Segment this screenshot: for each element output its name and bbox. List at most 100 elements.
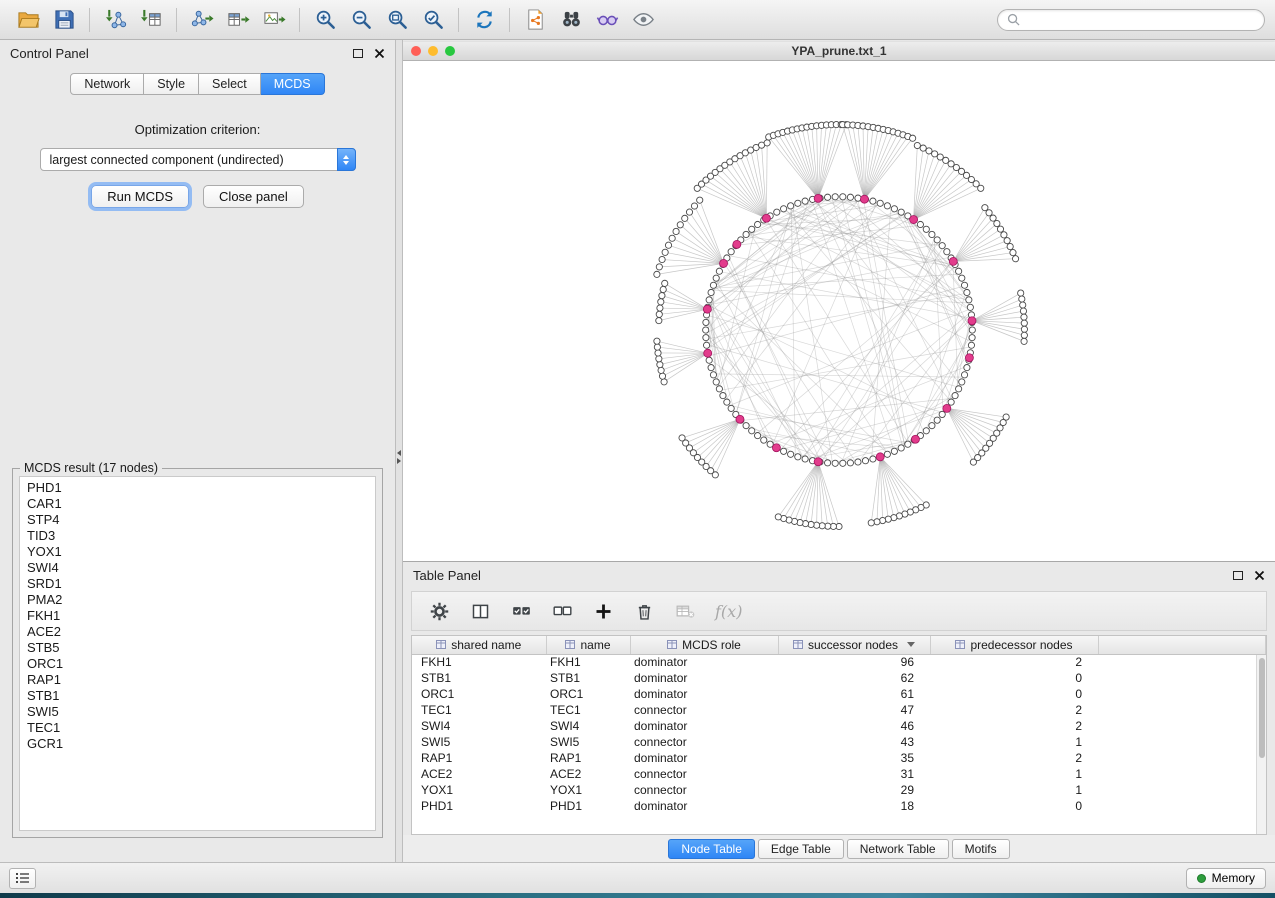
select-all-button[interactable] xyxy=(508,597,534,625)
mcds-result-item[interactable]: STB5 xyxy=(27,640,368,656)
search-box[interactable] xyxy=(997,9,1265,31)
mcds-result-item[interactable]: ORC1 xyxy=(27,656,368,672)
cell-name[interactable]: RAP1 xyxy=(546,750,630,766)
task-history-button[interactable] xyxy=(9,868,36,889)
splitter-collapse-icon[interactable] xyxy=(396,450,402,464)
unselect-all-button[interactable] xyxy=(549,597,575,625)
table-row[interactable]: ACE2ACE2connector311 xyxy=(412,766,1266,782)
mcds-result-item[interactable]: CAR1 xyxy=(27,496,368,512)
tab-mcds[interactable]: MCDS xyxy=(261,73,325,95)
cell-mcds-role[interactable]: connector xyxy=(630,734,778,750)
table-row[interactable]: ORC1ORC1dominator610 xyxy=(412,686,1266,702)
mcds-result-item[interactable]: SWI4 xyxy=(27,560,368,576)
table-row[interactable]: RAP1RAP1dominator352 xyxy=(412,750,1266,766)
cell-mcds-role[interactable]: connector xyxy=(630,702,778,718)
cell-shared-name[interactable]: SWI4 xyxy=(412,718,546,734)
tab-style[interactable]: Style xyxy=(144,73,199,95)
create-column-button[interactable] xyxy=(590,597,616,625)
cell-shared-name[interactable]: ORC1 xyxy=(412,686,546,702)
tab-network[interactable]: Network xyxy=(70,73,144,95)
float-table-panel-button[interactable] xyxy=(1233,571,1243,580)
show-columns-button[interactable] xyxy=(467,597,493,625)
column-header-predecessor-nodes[interactable]: predecessor nodes xyxy=(930,636,1098,654)
cell-name[interactable]: PHD1 xyxy=(546,798,630,814)
zoom-fit-button[interactable] xyxy=(379,4,415,36)
cell-shared-name[interactable]: SWI5 xyxy=(412,734,546,750)
cell-predecessor-nodes[interactable]: 2 xyxy=(930,718,1098,734)
cell-predecessor-nodes[interactable]: 2 xyxy=(930,750,1098,766)
cell-predecessor-nodes[interactable]: 0 xyxy=(930,670,1098,686)
cell-successor-nodes[interactable]: 96 xyxy=(778,654,930,670)
column-header-shared-name[interactable]: shared name xyxy=(412,636,546,654)
cell-successor-nodes[interactable]: 62 xyxy=(778,670,930,686)
cell-name[interactable]: STB1 xyxy=(546,670,630,686)
export-table-button[interactable] xyxy=(220,4,256,36)
run-mcds-button[interactable]: Run MCDS xyxy=(91,185,189,208)
open-file-button[interactable] xyxy=(10,4,46,36)
minimize-window-traffic-icon[interactable] xyxy=(428,46,438,56)
export-network-button[interactable] xyxy=(184,4,220,36)
search-input[interactable] xyxy=(1026,13,1255,27)
find-button[interactable] xyxy=(553,4,589,36)
cell-shared-name[interactable]: RAP1 xyxy=(412,750,546,766)
import-network-button[interactable] xyxy=(97,4,133,36)
destroy-table-button[interactable] xyxy=(672,597,698,625)
mcds-result-item[interactable]: SWI5 xyxy=(27,704,368,720)
mcds-result-item[interactable]: PHD1 xyxy=(27,480,368,496)
scrollbar-thumb[interactable] xyxy=(1259,658,1265,758)
show-hide-button[interactable] xyxy=(625,4,661,36)
memory-button[interactable]: Memory xyxy=(1186,868,1266,889)
panel-splitter[interactable] xyxy=(395,40,403,862)
tab-network-table[interactable]: Network Table xyxy=(847,839,949,859)
cell-mcds-role[interactable]: dominator xyxy=(630,718,778,734)
float-panel-button[interactable] xyxy=(353,49,363,58)
save-session-button[interactable] xyxy=(46,4,82,36)
cell-predecessor-nodes[interactable]: 0 xyxy=(930,686,1098,702)
cell-name[interactable]: YOX1 xyxy=(546,782,630,798)
mcds-result-item[interactable]: STB1 xyxy=(27,688,368,704)
cell-shared-name[interactable]: PHD1 xyxy=(412,798,546,814)
cell-name[interactable]: ORC1 xyxy=(546,686,630,702)
cell-predecessor-nodes[interactable]: 0 xyxy=(930,798,1098,814)
close-control-panel-button[interactable] xyxy=(374,48,385,59)
column-header-successor-nodes[interactable]: successor nodes xyxy=(778,636,930,654)
cell-name[interactable]: TEC1 xyxy=(546,702,630,718)
mcds-result-item[interactable]: STP4 xyxy=(27,512,368,528)
cell-name[interactable]: SWI4 xyxy=(546,718,630,734)
mcds-result-item[interactable]: TID3 xyxy=(27,528,368,544)
table-row[interactable]: PHD1PHD1dominator180 xyxy=(412,798,1266,814)
tab-edge-table[interactable]: Edge Table xyxy=(758,839,844,859)
close-panel-button[interactable]: Close panel xyxy=(203,185,304,208)
mcds-result-item[interactable]: SRD1 xyxy=(27,576,368,592)
network-graph[interactable] xyxy=(403,61,1275,561)
table-scrollbar[interactable] xyxy=(1256,655,1266,834)
cell-mcds-role[interactable]: dominator xyxy=(630,670,778,686)
cell-shared-name[interactable]: FKH1 xyxy=(412,654,546,670)
cell-successor-nodes[interactable]: 35 xyxy=(778,750,930,766)
column-header-name[interactable]: name xyxy=(546,636,630,654)
table-row[interactable]: SWI4SWI4dominator462 xyxy=(412,718,1266,734)
cell-name[interactable]: ACE2 xyxy=(546,766,630,782)
table-row[interactable]: FKH1FKH1dominator962 xyxy=(412,654,1266,670)
tab-node-table[interactable]: Node Table xyxy=(668,839,755,859)
table-row[interactable]: SWI5SWI5connector431 xyxy=(412,734,1266,750)
cell-successor-nodes[interactable]: 43 xyxy=(778,734,930,750)
mcds-result-item[interactable]: GCR1 xyxy=(27,736,368,752)
table-row[interactable]: TEC1TEC1connector472 xyxy=(412,702,1266,718)
table-settings-button[interactable] xyxy=(426,597,452,625)
column-header-mcds-role[interactable]: MCDS role xyxy=(630,636,778,654)
cell-successor-nodes[interactable]: 61 xyxy=(778,686,930,702)
mcds-result-item[interactable]: FKH1 xyxy=(27,608,368,624)
delete-column-button[interactable] xyxy=(631,597,657,625)
close-table-panel-button[interactable] xyxy=(1254,570,1265,581)
cell-mcds-role[interactable]: dominator xyxy=(630,654,778,670)
cell-name[interactable]: SWI5 xyxy=(546,734,630,750)
mcds-result-list[interactable]: PHD1CAR1STP4TID3YOX1SWI4SRD1PMA2FKH1ACE2… xyxy=(19,476,376,831)
function-builder-button[interactable]: f(x) xyxy=(715,602,742,621)
cell-successor-nodes[interactable]: 46 xyxy=(778,718,930,734)
mcds-result-item[interactable]: RAP1 xyxy=(27,672,368,688)
network-canvas[interactable] xyxy=(403,61,1275,561)
cell-predecessor-nodes[interactable]: 2 xyxy=(930,702,1098,718)
mcds-result-item[interactable]: PMA2 xyxy=(27,592,368,608)
mcds-result-item[interactable]: YOX1 xyxy=(27,544,368,560)
